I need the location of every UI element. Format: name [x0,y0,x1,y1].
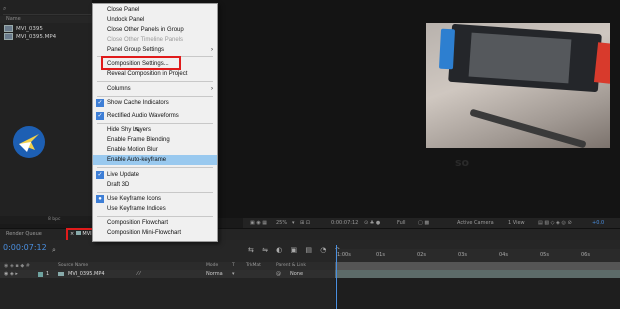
column-trkmat[interactable]: TrkMat [246,263,261,268]
layer-row[interactable] [0,270,335,278]
menu-item-enable-auto-keyframe[interactable]: Enable Auto-keyframe [93,155,217,165]
av-feature-icons: ◉ ◈ ▪ ◆ # [4,263,30,269]
menu-separator [97,192,213,193]
ruler-tick: 06s [581,252,590,258]
ruler-tick: 02s [417,252,426,258]
menu-item-show-cache-indicators[interactable]: ✓ Show Cache Indicators [93,98,217,108]
close-icon[interactable]: × [70,231,74,237]
submenu-arrow-icon: › [211,86,213,92]
menu-item-use-keyframe-indices[interactable]: Use Keyframe Indices [93,204,217,214]
layer-name[interactable]: MVI_0395.MP4 [68,271,105,277]
ruler-tick: 03s [458,252,467,258]
project-item[interactable]: MVI_0395.MP4 [4,33,56,41]
menu-item-close-panel[interactable]: Close Panel [93,5,217,15]
resolution-select[interactable]: Full [397,219,406,227]
checkmark-icon: ✓ [96,112,104,120]
grid-icons[interactable]: ⊞ ⊡ [300,219,310,227]
view-layout-select[interactable]: 1 View [508,219,525,227]
menu-item-use-keyframe-icons[interactable]: ● Use Keyframe Icons [93,194,217,204]
menu-item-enable-frame-blending[interactable]: Enable Frame Blending [93,135,217,145]
pickwhip-icon[interactable]: @ [276,271,281,277]
ruler-tick: 1:00s [337,252,351,258]
search-icon: ⌕ [3,5,7,12]
footage-icon [58,272,64,276]
work-area-bar[interactable] [335,262,620,270]
timeline-switch-icons[interactable]: ⇆ ⇋ ◐ ▣ ▤ ◔ ⊘ [248,246,343,254]
menu-item-undock-panel[interactable]: Undock Panel [93,15,217,25]
menu-item-rectified-audio-waveforms[interactable]: ✓ Rectified Audio Waveforms [93,111,217,121]
layer-label-color[interactable] [38,272,43,277]
project-search-input[interactable]: ⌕ [3,5,91,15]
watermark: so [455,156,470,169]
exposure-value[interactable]: +0.0 [592,219,604,227]
menu-separator [97,167,213,168]
menu-item-close-other-timeline-panels: Close Other Timeline Panels [107,37,184,43]
menu-item-columns[interactable]: Columns › [93,84,217,94]
tab-composition[interactable]: × MVI [70,231,92,237]
app-logo [13,126,45,158]
column-source-name[interactable]: Source Name [58,263,88,268]
ruler-tick: 05s [540,252,549,258]
layer-mode-select[interactable]: Norma [206,271,223,277]
menu-item-draft-3d[interactable]: Draft 3D [93,180,217,190]
menu-separator [97,81,213,82]
layer-duration-bar[interactable] [335,270,620,278]
current-time-display[interactable]: 0:00:07:12 [3,243,47,252]
layer-index: 1 [46,271,50,277]
composition-tab-icon [75,231,81,235]
checkmark-icon: ✓ [96,171,104,179]
menu-item-panel-group-settings[interactable]: Panel Group Settings › [93,45,217,55]
project-item[interactable]: MVI_0395 [4,25,43,33]
menu-item-close-other-panels[interactable]: Close Other Panels in Group [93,25,217,35]
layer-list-empty-area [0,278,335,309]
chevron-down-icon: ▾ [292,220,295,226]
camera-select[interactable]: Active Camera [457,219,494,227]
layer-parent-select[interactable]: None [290,271,303,277]
bit-depth-label[interactable]: 8 bpc [48,217,60,222]
project-name-column-header[interactable]: Name [0,16,92,23]
menu-item-composition-flowchart[interactable]: Composition Flowchart [93,218,217,228]
region-icons[interactable]: ▢ ▩ [418,219,429,227]
submenu-arrow-icon: › [211,47,213,53]
tab-render-queue[interactable]: Render Queue [6,231,42,237]
panel-context-menu: Close Panel Undock Panel Close Other Pan… [92,3,218,242]
menu-item-live-update[interactable]: ✓ Live Update [93,170,217,180]
menu-item-composition-mini-flowchart[interactable]: Composition Mini-Flowchart [93,228,217,238]
column-parent-link[interactable]: Parent & Link [276,263,306,268]
menu-separator [97,216,213,217]
playhead[interactable] [336,245,337,309]
viewer-option-icons[interactable]: ▤ ▧ ◇ ◈ ◎ ⊘ [538,219,572,227]
menu-item-reveal-composition[interactable]: Reveal Composition in Project [93,69,217,79]
snapshot-icon[interactable]: ⊙ ♣ ● [364,219,380,227]
composition-settings-annotation [101,56,181,70]
composition-preview-image [426,23,610,148]
menu-item-enable-motion-blur[interactable]: Enable Motion Blur [93,145,217,155]
menu-separator [97,96,213,97]
project-footer: 8 bpc [0,216,92,224]
toggle-icons[interactable]: ▣ ◉ ▦ [250,219,267,227]
mouse-cursor-icon: ↖ [134,125,141,134]
menu-item-hide-shy-layers[interactable]: Hide Shy Layers [93,125,217,135]
ruler-tick: 01s [376,252,385,258]
column-mode[interactable]: Mode [206,263,218,268]
chevron-down-icon: ▾ [232,271,235,277]
footage-icon [4,33,13,40]
layer-visibility-icons[interactable]: ◉ ◈ ▸ [4,271,18,277]
timeline-empty-area [335,278,620,309]
checkmark-icon: ✓ [96,99,104,107]
radio-dot-icon: ● [96,195,104,203]
column-t[interactable]: T [232,263,235,268]
zoom-select[interactable]: 25% [276,219,287,227]
ruler-tick: 04s [499,252,508,258]
search-icon[interactable]: ⌕ [52,246,56,255]
viewer-timecode[interactable]: 0:00:07:12 [331,219,358,227]
menu-separator [97,123,213,124]
layer-switch-icons[interactable]: ⁄ ⁄ [137,271,140,277]
composition-icon [4,25,13,32]
